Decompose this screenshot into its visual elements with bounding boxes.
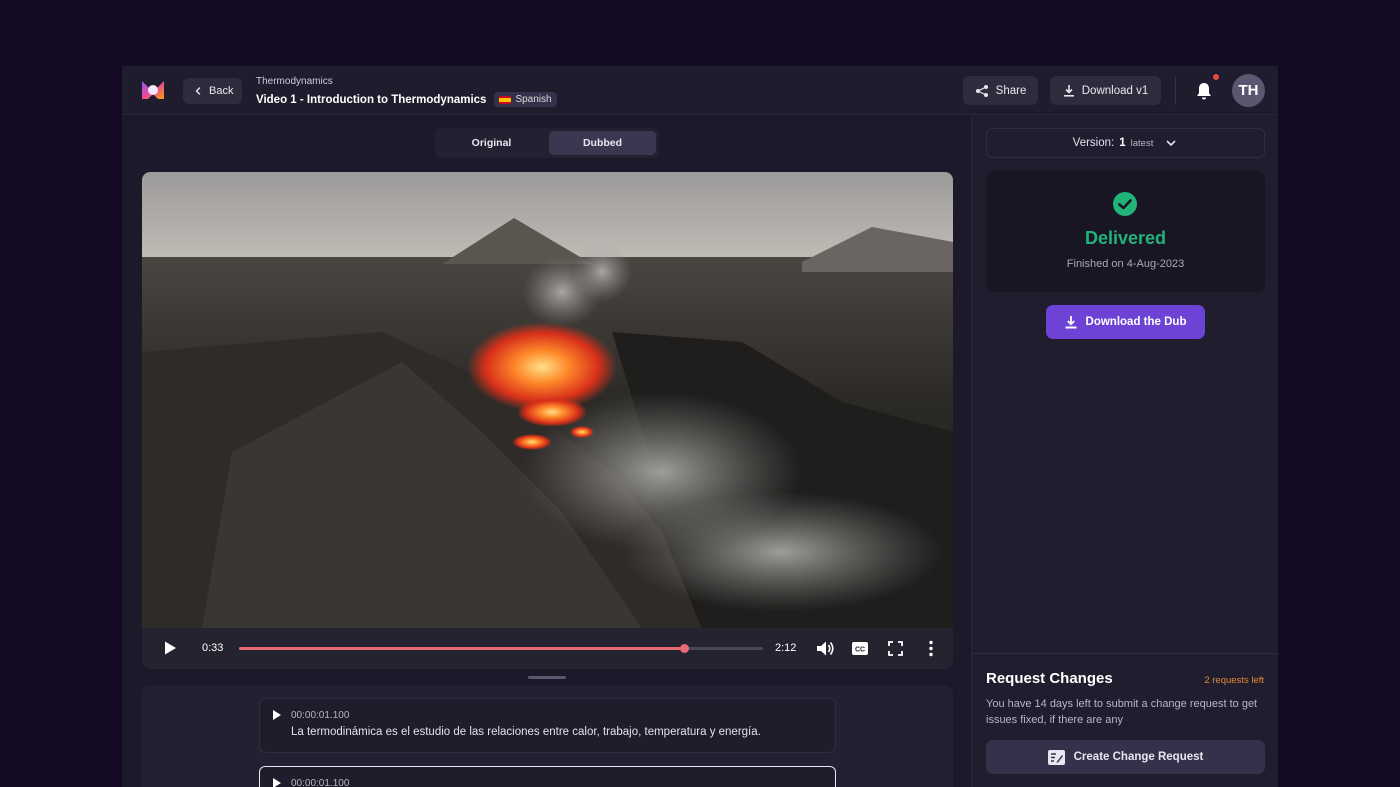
play-icon[interactable] (272, 777, 282, 787)
play-icon[interactable] (162, 640, 178, 656)
download-dub-label: Download the Dub (1085, 316, 1187, 328)
download-icon (1063, 85, 1074, 97)
tab-original[interactable]: Original (438, 131, 545, 155)
language-badge: Spanish (494, 92, 557, 107)
svg-text:CC: CC (855, 647, 865, 654)
page-title: Video 1 - Introduction to Thermodynamics… (256, 92, 557, 107)
edit-note-icon (1047, 749, 1065, 765)
notification-dot (1213, 74, 1219, 80)
video-frame[interactable] (142, 172, 953, 628)
transcript-segment[interactable]: 00:00:01.100 (259, 766, 836, 787)
back-button[interactable]: Back (183, 78, 242, 104)
version-label: Version: (1072, 137, 1115, 149)
seek-bar[interactable] (239, 644, 763, 653)
seek-bar-progress (239, 647, 685, 650)
top-header: Back Thermodynamics Video 1 - Introducti… (122, 66, 1278, 115)
duration: 2:12 (775, 642, 797, 654)
back-label: Back (209, 85, 234, 97)
version-number: 1 (1119, 137, 1126, 149)
transcript-panel: 00:00:01.100 La termodinámica es el estu… (142, 686, 953, 787)
download-icon (1065, 316, 1077, 329)
closed-captions-icon[interactable]: CC (852, 642, 868, 655)
more-options-icon[interactable] (923, 640, 939, 657)
chevron-left-icon (195, 87, 201, 95)
segment-timestamp: 00:00:01.100 (291, 778, 350, 787)
right-sidebar: Version: 1 latest Delivered Finished on … (971, 115, 1278, 787)
current-time: 0:33 (202, 642, 224, 654)
requests-left-badge: 2 requests left (1204, 675, 1264, 686)
header-divider (1175, 76, 1176, 105)
spain-flag-icon (499, 95, 512, 104)
video-title: Video 1 - Introduction to Thermodynamics (256, 93, 487, 106)
version-tag: latest (1130, 137, 1154, 149)
share-button[interactable]: Share (963, 76, 1038, 105)
app-window: Back Thermodynamics Video 1 - Introducti… (122, 66, 1278, 787)
app-logo[interactable] (140, 78, 166, 102)
finished-date: Finished on 4-Aug-2023 (1066, 258, 1185, 270)
language-label: Spanish (515, 94, 552, 105)
status-label: Delivered (1084, 228, 1167, 248)
request-changes-title: Request Changes (986, 670, 1113, 687)
download-version-button[interactable]: Download v1 (1050, 76, 1161, 105)
video-player: 0:33 2:12 CC (142, 172, 953, 669)
download-dub-button[interactable]: Download the Dub (1046, 305, 1205, 339)
transcript-segment[interactable]: 00:00:01.100 La termodinámica es el estu… (259, 698, 836, 753)
delivery-status-card: Delivered Finished on 4-Aug-2023 (986, 171, 1265, 292)
player-controls: 0:33 2:12 CC (142, 628, 953, 669)
volume-icon[interactable] (816, 640, 834, 657)
segment-text[interactable]: La termodinámica es el estudio de las re… (291, 726, 761, 738)
original-dubbed-toggle: Original Dubbed (435, 128, 659, 158)
seek-bar-handle[interactable] (680, 644, 690, 653)
resize-handle[interactable] (528, 676, 566, 679)
create-change-request-button[interactable]: Create Change Request (986, 740, 1265, 774)
request-changes-description: You have 14 days left to submit a change… (986, 698, 1258, 726)
fullscreen-icon[interactable] (888, 641, 903, 656)
share-label: Share (995, 84, 1027, 97)
chevron-down-icon (1166, 140, 1176, 147)
tab-dubbed[interactable]: Dubbed (549, 131, 656, 155)
share-icon (975, 84, 988, 97)
play-icon[interactable] (272, 709, 282, 721)
download-version-label: Download v1 (1081, 84, 1149, 97)
check-circle-icon (1113, 192, 1137, 216)
bell-icon[interactable] (1195, 81, 1213, 101)
breadcrumb-course[interactable]: Thermodynamics (256, 76, 333, 87)
create-change-request-label: Create Change Request (1073, 751, 1204, 763)
version-selector[interactable]: Version: 1 latest (986, 128, 1265, 158)
avatar[interactable]: TH (1232, 74, 1265, 107)
section-divider (972, 653, 1278, 654)
segment-timestamp: 00:00:01.100 (291, 710, 350, 721)
